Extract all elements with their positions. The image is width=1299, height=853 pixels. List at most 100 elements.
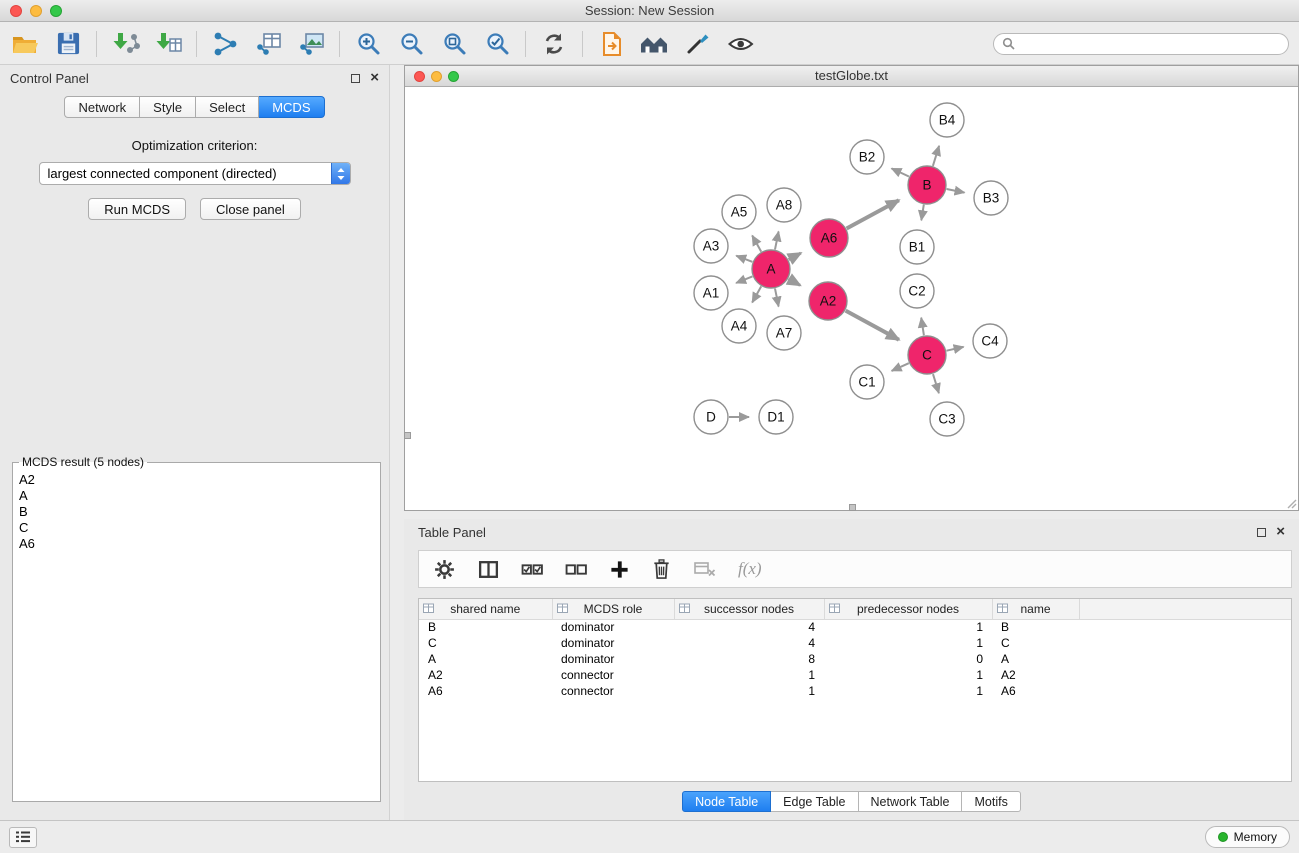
- table-cell[interactable]: 8: [674, 651, 824, 667]
- network-table-button[interactable]: [253, 29, 283, 59]
- network-zoom-button[interactable]: [448, 71, 459, 82]
- edge-A2-C[interactable]: [846, 311, 899, 340]
- network-close-button[interactable]: [414, 71, 425, 82]
- show-all-button[interactable]: [639, 29, 669, 59]
- table-cell[interactable]: connector: [552, 683, 674, 699]
- float-table-panel-button[interactable]: [1257, 528, 1266, 537]
- table-cell[interactable]: A2: [419, 667, 552, 683]
- close-panel-icon-button[interactable]: ×: [370, 72, 379, 84]
- window-resize-handle[interactable]: [404, 432, 411, 439]
- show-hide-button[interactable]: [725, 29, 755, 59]
- node-A2[interactable]: A2: [809, 282, 847, 320]
- edge-B-B2[interactable]: [892, 168, 909, 176]
- window-resize-grip[interactable]: [1286, 498, 1297, 509]
- tab-edge-table[interactable]: Edge Table: [771, 791, 858, 812]
- node-D1[interactable]: D1: [759, 400, 793, 434]
- edge-C-C2[interactable]: [921, 318, 924, 336]
- network-canvas[interactable]: AA1A2A3A4A5A6A7A8BB1B2B3B4CC1C2C3C4DD1: [405, 87, 1298, 509]
- node-B4[interactable]: B4: [930, 103, 964, 137]
- delete-column-button[interactable]: [651, 558, 672, 580]
- table-row[interactable]: A6connector11A6: [419, 683, 1291, 699]
- create-column-button[interactable]: [609, 559, 630, 580]
- table-cell[interactable]: C: [992, 635, 1079, 651]
- tab-motifs[interactable]: Motifs: [962, 791, 1020, 812]
- apply-style-button[interactable]: [682, 29, 712, 59]
- edge-A-A4[interactable]: [752, 286, 761, 302]
- node-C4[interactable]: C4: [973, 324, 1007, 358]
- table-cell[interactable]: A2: [992, 667, 1079, 683]
- node-A1[interactable]: A1: [694, 276, 728, 310]
- criterion-dropdown[interactable]: largest connected component (directed): [39, 162, 351, 185]
- node-B3[interactable]: B3: [974, 181, 1008, 215]
- node-A6[interactable]: A6: [810, 219, 848, 257]
- mcds-result-item[interactable]: A2: [17, 472, 376, 488]
- edge-C-C3[interactable]: [933, 374, 939, 393]
- node-A7[interactable]: A7: [767, 316, 801, 350]
- search-input[interactable]: [1020, 37, 1280, 51]
- table-cell[interactable]: 4: [674, 635, 824, 651]
- show-columns-button[interactable]: [477, 558, 500, 581]
- table-cell[interactable]: C: [419, 635, 552, 651]
- node-D[interactable]: D: [694, 400, 728, 434]
- mcds-result-item[interactable]: A6: [17, 536, 376, 552]
- minimize-window-button[interactable]: [30, 5, 42, 17]
- save-session-button[interactable]: [53, 29, 83, 59]
- node-A3[interactable]: A3: [694, 229, 728, 263]
- tab-mcds[interactable]: MCDS: [259, 96, 324, 118]
- mcds-result-item[interactable]: A: [17, 488, 376, 504]
- run-mcds-button[interactable]: Run MCDS: [88, 198, 186, 220]
- task-history-button[interactable]: [9, 827, 37, 848]
- column-header-shared-name[interactable]: shared name: [419, 599, 552, 619]
- new-network-button[interactable]: [210, 29, 240, 59]
- table-cell[interactable]: A6: [992, 683, 1079, 699]
- table-cell[interactable]: 0: [824, 651, 992, 667]
- tab-style[interactable]: Style: [140, 96, 196, 118]
- edge-B-B3[interactable]: [947, 189, 965, 193]
- table-cell[interactable]: dominator: [552, 619, 674, 635]
- window-resize-handle[interactable]: [849, 504, 856, 511]
- float-panel-button[interactable]: [351, 74, 360, 83]
- edge-A-A8[interactable]: [775, 232, 779, 250]
- node-C1[interactable]: C1: [850, 365, 884, 399]
- memory-button[interactable]: Memory: [1205, 826, 1290, 848]
- table-cell[interactable]: 1: [674, 683, 824, 699]
- column-header-successor-nodes[interactable]: successor nodes: [674, 599, 824, 619]
- table-cell[interactable]: connector: [552, 667, 674, 683]
- tab-node-table[interactable]: Node Table: [682, 791, 771, 812]
- open-file-button[interactable]: [10, 29, 40, 59]
- import-table-button[interactable]: [153, 29, 183, 59]
- edge-A-A7[interactable]: [775, 289, 779, 307]
- zoom-out-button[interactable]: [396, 29, 426, 59]
- session-details-button[interactable]: [596, 29, 626, 59]
- refresh-layout-button[interactable]: [539, 29, 569, 59]
- column-header-name[interactable]: name: [992, 599, 1079, 619]
- table-cell[interactable]: A6: [419, 683, 552, 699]
- table-cell[interactable]: B: [992, 619, 1079, 635]
- edge-B-B1[interactable]: [921, 205, 924, 221]
- tab-network-table[interactable]: Network Table: [859, 791, 963, 812]
- edge-B-B4[interactable]: [933, 146, 939, 166]
- zoom-fit-button[interactable]: [439, 29, 469, 59]
- table-row[interactable]: Bdominator41B: [419, 619, 1291, 635]
- table-cell[interactable]: 1: [674, 667, 824, 683]
- edge-A-A6[interactable]: [789, 253, 801, 260]
- table-cell[interactable]: A: [419, 651, 552, 667]
- table-cell[interactable]: A: [992, 651, 1079, 667]
- zoom-in-button[interactable]: [353, 29, 383, 59]
- node-C[interactable]: C: [908, 336, 946, 374]
- node-A[interactable]: A: [752, 250, 790, 288]
- edge-A-A3[interactable]: [736, 256, 752, 262]
- edge-A-A5[interactable]: [752, 236, 761, 252]
- zoom-selected-button[interactable]: [482, 29, 512, 59]
- export-image-button[interactable]: [296, 29, 326, 59]
- network-window-titlebar[interactable]: testGlobe.txt: [405, 66, 1298, 87]
- node-A5[interactable]: A5: [722, 195, 756, 229]
- node-C2[interactable]: C2: [900, 274, 934, 308]
- node-B1[interactable]: B1: [900, 230, 934, 264]
- close-panel-button[interactable]: Close panel: [200, 198, 301, 220]
- mcds-result-item[interactable]: C: [17, 520, 376, 536]
- close-table-panel-button[interactable]: ×: [1276, 526, 1285, 538]
- select-all-columns-button[interactable]: [521, 559, 544, 580]
- mcds-result-item[interactable]: B: [17, 504, 376, 520]
- node-A4[interactable]: A4: [722, 309, 756, 343]
